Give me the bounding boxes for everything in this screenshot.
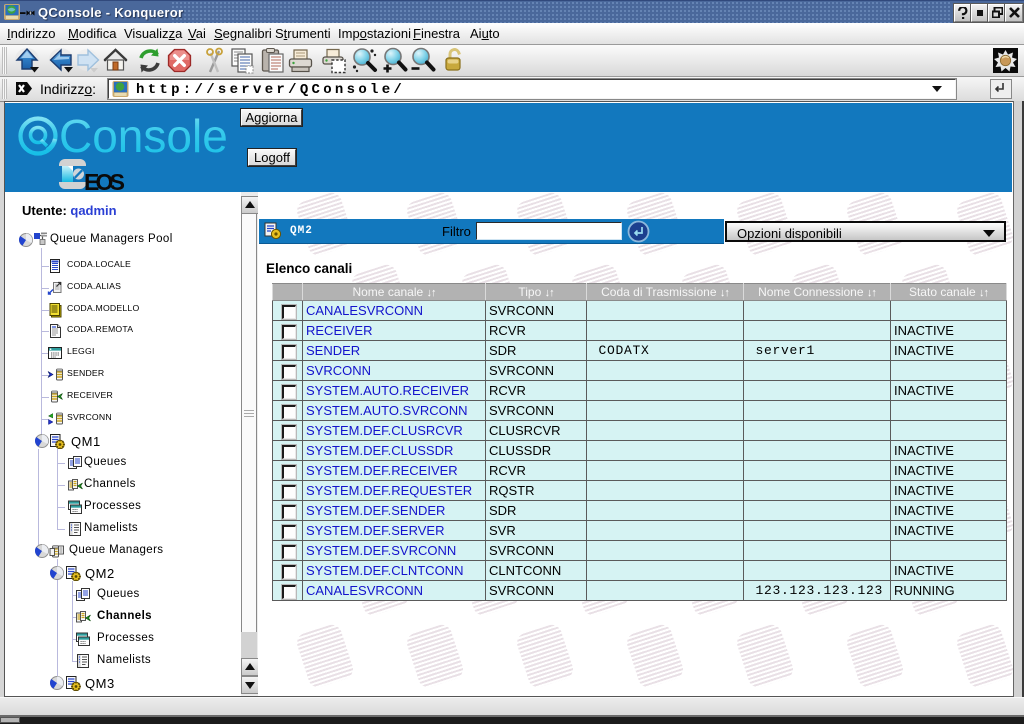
svg-text:Console: Console	[59, 111, 228, 161]
svg-text:EOS: EOS	[84, 169, 125, 191]
